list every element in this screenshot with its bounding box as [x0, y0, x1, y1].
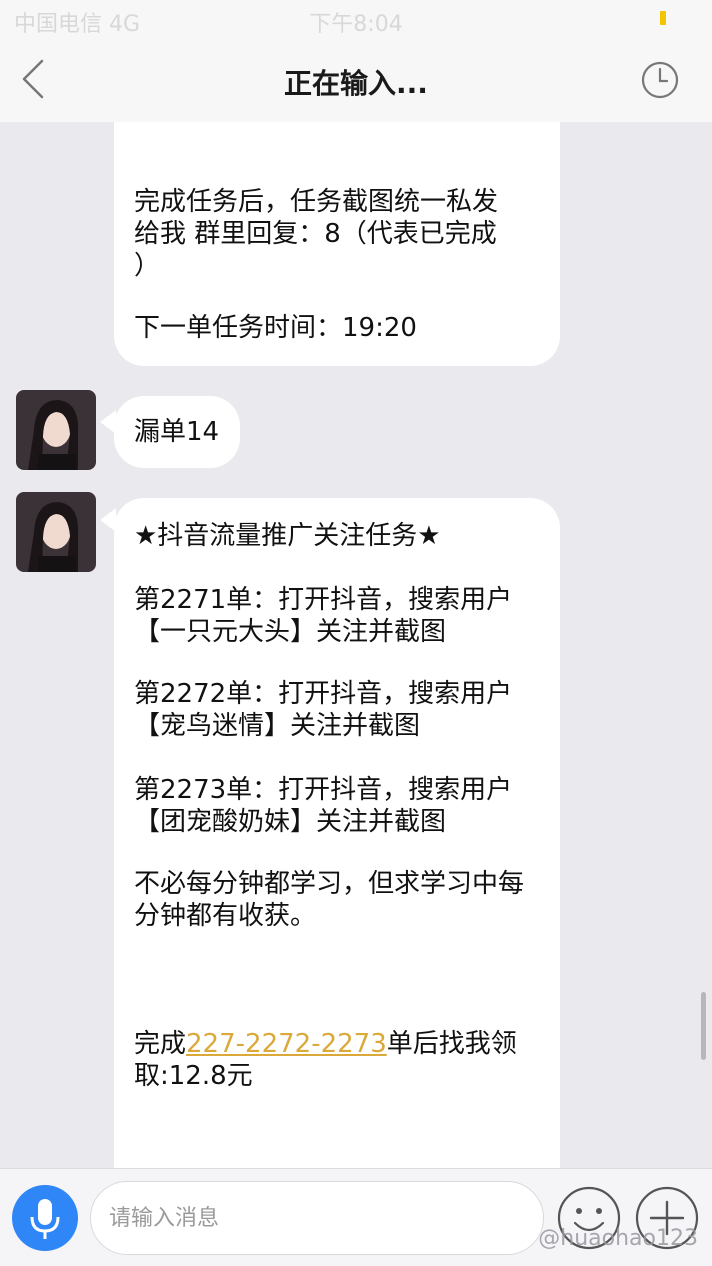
message-text: 完成任务后，任务截图统一私发	[134, 187, 499, 217]
message-text: 【一只元大头】关注并截图	[134, 617, 447, 647]
message-text: 第2271单：打开抖音，搜索用户	[134, 585, 513, 615]
message-text: 【团宠酸奶妹】关注并截图	[134, 807, 447, 837]
reward-suffix: 单后找我领	[386, 1029, 517, 1059]
message-text: 【宠鸟迷情】关注并截图	[134, 711, 421, 741]
message-bubble: 漏单14	[114, 396, 240, 468]
reward-line: 完成227-2272-2273单后找我领	[134, 1028, 517, 1060]
message-heading: ★抖音流量推广关注任务★	[134, 521, 441, 551]
message-text: 第2272单：打开抖音，搜索用户	[134, 679, 513, 709]
scrollbar[interactable]	[701, 992, 706, 1060]
input-bar	[0, 1168, 712, 1266]
message-text: 不必每分钟都学习，但求学习中每	[134, 869, 525, 899]
message-input[interactable]	[90, 1181, 544, 1255]
reward-prefix: 完成	[134, 1029, 187, 1059]
avatar[interactable]	[16, 390, 96, 470]
message-text: 分钟都有收获。	[134, 901, 317, 931]
message-text: 第2273单：打开抖音，搜索用户	[134, 775, 513, 805]
message-text: 漏单14	[134, 417, 220, 447]
microphone-icon	[30, 1199, 60, 1239]
page-title: 正在输入...	[284, 67, 428, 100]
battery-icon	[660, 11, 666, 25]
status-time: 下午8:04	[309, 12, 403, 37]
message-text: 给我 群里回复：8（代表已完成	[134, 219, 497, 249]
clock-icon[interactable]	[640, 60, 680, 100]
message-text: ）	[134, 251, 161, 281]
message-bubble: ★抖音流量推广关注任务★ 第2271单：打开抖音，搜索用户 【一只元大头】关注并…	[114, 498, 560, 1178]
message-text: 取:12.8元	[134, 1061, 253, 1091]
voice-button[interactable]	[12, 1185, 78, 1251]
avatar[interactable]	[16, 492, 96, 572]
message-text: 下一单任务时间：19:20	[134, 313, 417, 343]
nav-bar: 正在输入...	[0, 40, 712, 122]
message-bubble: 完成任务后，任务截图统一私发 给我 群里回复：8（代表已完成 ） 下一单任务时间…	[114, 122, 560, 366]
watermark: @huaohao123	[538, 1226, 698, 1251]
status-bar: 中国电信 4G 下午8:04	[0, 0, 712, 40]
order-number-link[interactable]: 227-2272-2273	[186, 1029, 387, 1059]
